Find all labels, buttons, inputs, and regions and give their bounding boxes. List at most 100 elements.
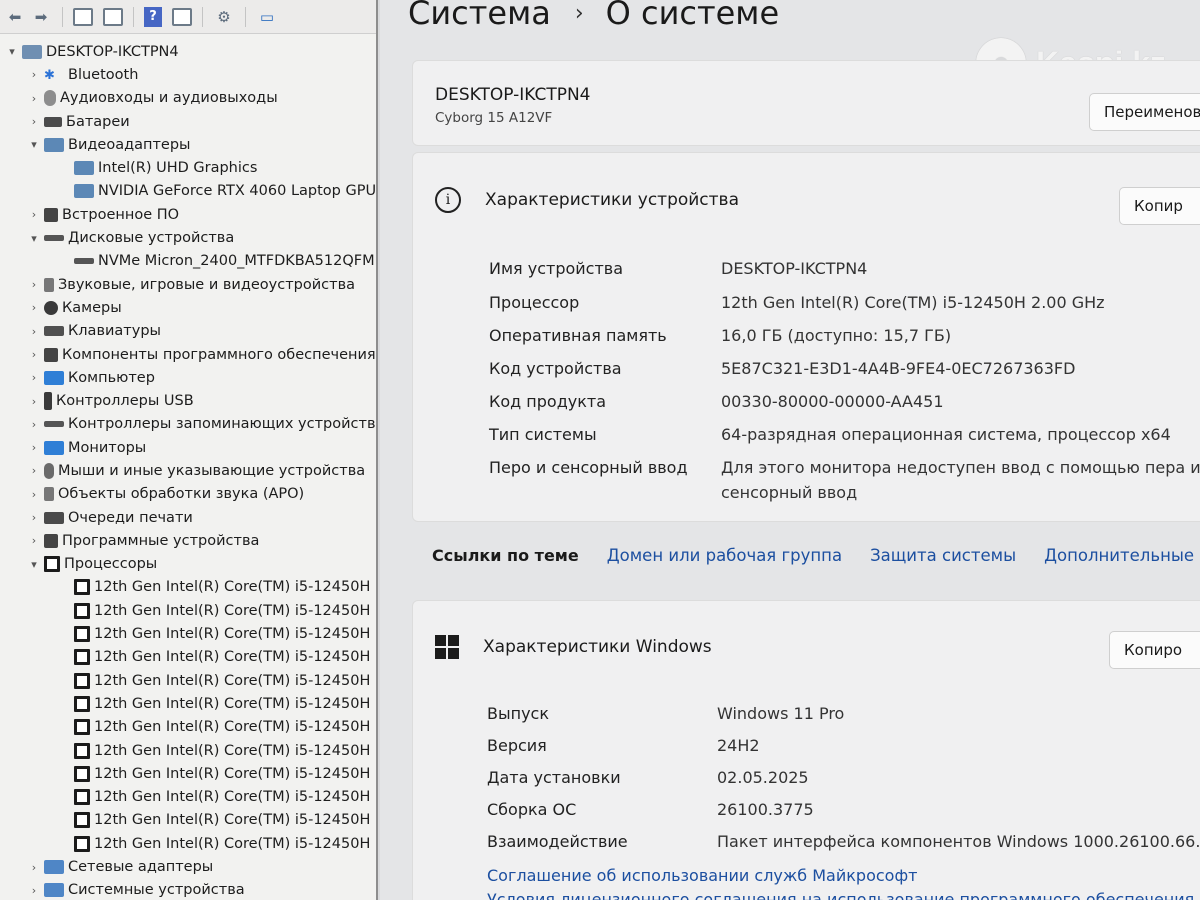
- chevron-right-icon[interactable]: ›: [26, 371, 42, 384]
- tree-device[interactable]: 12th Gen Intel(R) Core(TM) i5-12450H: [0, 692, 376, 715]
- cpu-device-icon: [74, 812, 90, 829]
- tree-category[interactable]: › ✱ Bluetooth: [0, 63, 376, 86]
- breadcrumb-parent[interactable]: Система: [408, 0, 551, 32]
- bat-device-icon: [44, 116, 62, 127]
- spec-value: Пакет интерфейса компонентов Windows 100…: [717, 832, 1200, 851]
- tree-label: Встроенное ПО: [62, 206, 180, 223]
- copy-device-specs-button[interactable]: Копир: [1119, 187, 1200, 225]
- chevron-right-icon[interactable]: ›: [26, 418, 42, 431]
- chevron-right-icon[interactable]: ›: [26, 68, 42, 81]
- tree-device[interactable]: 12th Gen Intel(R) Core(TM) i5-12450H: [0, 762, 376, 785]
- spec-label: Сборка ОС: [487, 800, 577, 819]
- tree-device[interactable]: 12th Gen Intel(R) Core(TM) i5-12450H: [0, 622, 376, 645]
- tree-category[interactable]: › Объекты обработки звука (APO): [0, 483, 376, 506]
- chevron-right-icon[interactable]: ›: [26, 395, 42, 408]
- related-links: Ссылки по теме Домен или рабочая группа …: [432, 546, 1200, 565]
- monitor-icon[interactable]: ▭: [256, 6, 278, 28]
- chevron-right-icon[interactable]: ›: [26, 348, 42, 361]
- chevron-right-icon[interactable]: ›: [26, 278, 42, 291]
- device-manager-panel: ⬅ ➡ ? ⚙ ▭ ▾ DESKTOP-IKCTPN4 › ✱ Bluetooth › Ау…: [0, 0, 378, 900]
- scan-hardware-icon[interactable]: ⚙: [213, 6, 235, 28]
- link-advanced-settings[interactable]: Дополнительные парам: [1044, 546, 1200, 565]
- chevron-right-icon[interactable]: ›: [26, 441, 42, 454]
- chevron-right-icon[interactable]: ›: [26, 208, 42, 221]
- chevron-right-icon[interactable]: ›: [26, 115, 42, 128]
- tree-label: Камеры: [62, 299, 122, 316]
- tree-category[interactable]: › Камеры: [0, 296, 376, 319]
- tree-category[interactable]: › Звуковые, игровые и видеоустройства: [0, 273, 376, 296]
- disk-device-icon: [44, 421, 64, 428]
- link-microsoft-services-agreement[interactable]: Соглашение об использовании служб Майкро…: [487, 866, 917, 885]
- tree-label: 12th Gen Intel(R) Core(TM) i5-12450H: [94, 742, 371, 759]
- chevron-right-icon[interactable]: ›: [26, 861, 42, 874]
- tree-category[interactable]: › Компьютер: [0, 366, 376, 389]
- chevron-right-icon[interactable]: ›: [26, 534, 42, 547]
- chevron-right-icon[interactable]: ›: [26, 488, 42, 501]
- sound-device-icon: [44, 487, 54, 502]
- tree-root[interactable]: ▾ DESKTOP-IKCTPN4: [0, 40, 376, 63]
- tree-device[interactable]: 12th Gen Intel(R) Core(TM) i5-12450H: [0, 832, 376, 855]
- tree-device[interactable]: 12th Gen Intel(R) Core(TM) i5-12450H: [0, 576, 376, 599]
- tree-label: Контроллеры USB: [56, 393, 194, 410]
- tree-device[interactable]: Intel(R) UHD Graphics: [0, 156, 376, 179]
- tree-category[interactable]: ▾ Дисковые устройства: [0, 226, 376, 249]
- tree-category[interactable]: › Клавиатуры: [0, 320, 376, 343]
- tree-category[interactable]: ▾ Видеоадаптеры: [0, 133, 376, 156]
- chevron-right-icon[interactable]: ›: [26, 511, 42, 524]
- tree-device[interactable]: 12th Gen Intel(R) Core(TM) i5-12450H: [0, 646, 376, 669]
- chevron-down-icon[interactable]: ▾: [26, 138, 42, 151]
- help-icon[interactable]: ?: [144, 6, 162, 27]
- tree-category[interactable]: ▾ Процессоры: [0, 553, 376, 576]
- tree-category[interactable]: › Мониторы: [0, 436, 376, 459]
- back-arrow-icon[interactable]: ⬅: [4, 6, 26, 28]
- windows-specs-header[interactable]: Характеристики Windows: [435, 635, 712, 659]
- chevron-right-icon[interactable]: ›: [26, 464, 42, 477]
- cpu-device-icon: [74, 602, 90, 619]
- rename-button[interactable]: Переименов: [1089, 93, 1200, 131]
- tree-label: Аудиовходы и аудиовыходы: [60, 90, 278, 107]
- chevron-right-icon[interactable]: ›: [26, 301, 42, 314]
- tree-label: Очереди печати: [68, 509, 193, 526]
- tree-label: Мониторы: [68, 439, 147, 456]
- tree-device[interactable]: 12th Gen Intel(R) Core(TM) i5-12450H: [0, 716, 376, 739]
- tree-category[interactable]: › Программные устройства: [0, 529, 376, 552]
- link-system-protection[interactable]: Защита системы: [870, 546, 1016, 565]
- print-device-icon: [44, 511, 64, 524]
- forward-arrow-icon[interactable]: ➡: [30, 6, 52, 28]
- chevron-right-icon[interactable]: ›: [26, 92, 42, 105]
- tree-label: Системные устройства: [68, 882, 245, 899]
- chevron-down-icon[interactable]: ▾: [26, 558, 42, 571]
- link-software-license-terms[interactable]: Условия лицензионного соглашения на испо…: [487, 890, 1194, 900]
- spec-label: Версия: [487, 736, 547, 755]
- chevron-right-icon[interactable]: ›: [26, 325, 42, 338]
- chevron-right-icon[interactable]: ›: [26, 884, 42, 897]
- tree-category[interactable]: › Батареи: [0, 110, 376, 133]
- view-icon[interactable]: [172, 7, 192, 26]
- link-domain-workgroup[interactable]: Домен или рабочая группа: [607, 546, 842, 565]
- tree-label: 12th Gen Intel(R) Core(TM) i5-12450H: [94, 579, 371, 596]
- tree-device[interactable]: 12th Gen Intel(R) Core(TM) i5-12450H: [0, 669, 376, 692]
- tree-device[interactable]: 12th Gen Intel(R) Core(TM) i5-12450H: [0, 599, 376, 622]
- tree-category[interactable]: › Контроллеры запоминающих устройств: [0, 413, 376, 436]
- tree-device[interactable]: NVMe Micron_2400_MTFDKBA512QFM: [0, 250, 376, 273]
- tree-category[interactable]: › Сетевые адаптеры: [0, 855, 376, 878]
- tree-category[interactable]: › Встроенное ПО: [0, 203, 376, 226]
- tree-device[interactable]: NVIDIA GeForce RTX 4060 Laptop GPU: [0, 180, 376, 203]
- tree-category[interactable]: › Компоненты программного обеспечения: [0, 343, 376, 366]
- device-specs-header[interactable]: i Характеристики устройства: [435, 187, 739, 213]
- tree-device[interactable]: 12th Gen Intel(R) Core(TM) i5-12450H: [0, 739, 376, 762]
- tree-label: 12th Gen Intel(R) Core(TM) i5-12450H: [94, 602, 371, 619]
- copy-windows-specs-button[interactable]: Копиро: [1109, 631, 1200, 669]
- properties-icon[interactable]: [103, 7, 123, 26]
- tree-category[interactable]: › Системные устройства: [0, 879, 376, 900]
- tree-device[interactable]: 12th Gen Intel(R) Core(TM) i5-12450H: [0, 809, 376, 832]
- tree-device[interactable]: 12th Gen Intel(R) Core(TM) i5-12450H: [0, 786, 376, 809]
- tree-category[interactable]: › Очереди печати: [0, 506, 376, 529]
- tree-category[interactable]: › Мыши и иные указывающие устройства: [0, 459, 376, 482]
- chevron-down-icon[interactable]: ▾: [26, 232, 42, 245]
- spec-value: Windows 11 Pro: [717, 704, 845, 723]
- chevron-down-icon[interactable]: ▾: [4, 45, 20, 58]
- show-hide-tree-icon[interactable]: [73, 7, 93, 26]
- tree-category[interactable]: › Аудиовходы и аудиовыходы: [0, 87, 376, 110]
- tree-category[interactable]: › Контроллеры USB: [0, 389, 376, 412]
